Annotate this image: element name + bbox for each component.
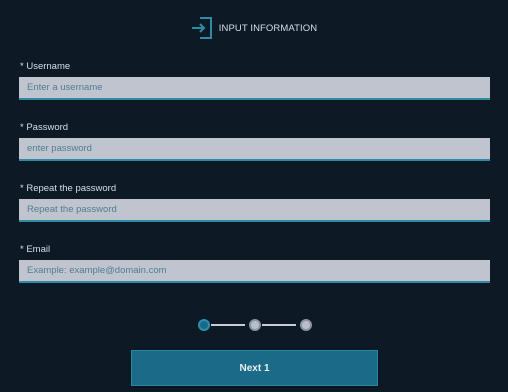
step-1-dot: [198, 319, 210, 331]
username-label: * Username: [20, 61, 71, 72]
step-connector: [262, 324, 296, 326]
password-label: * Password: [20, 122, 69, 133]
step-connector: [211, 324, 245, 326]
step-3-dot: [300, 319, 312, 331]
form-header: INPUT INFORMATION: [0, 14, 508, 42]
username-input[interactable]: [19, 77, 490, 100]
registration-page: INPUT INFORMATION * Username * Password …: [0, 0, 508, 392]
step-2-dot: [249, 319, 261, 331]
repeat-password-label: * Repeat the password: [20, 183, 117, 194]
page-title: INPUT INFORMATION: [218, 22, 318, 34]
email-input[interactable]: [19, 260, 490, 283]
password-input[interactable]: [19, 138, 490, 161]
sign-in-icon: [191, 16, 213, 40]
repeat-password-input[interactable]: [19, 199, 490, 222]
email-label: * Email: [20, 244, 51, 255]
step-indicator: [0, 319, 508, 333]
next-button[interactable]: Next 1: [131, 350, 378, 386]
